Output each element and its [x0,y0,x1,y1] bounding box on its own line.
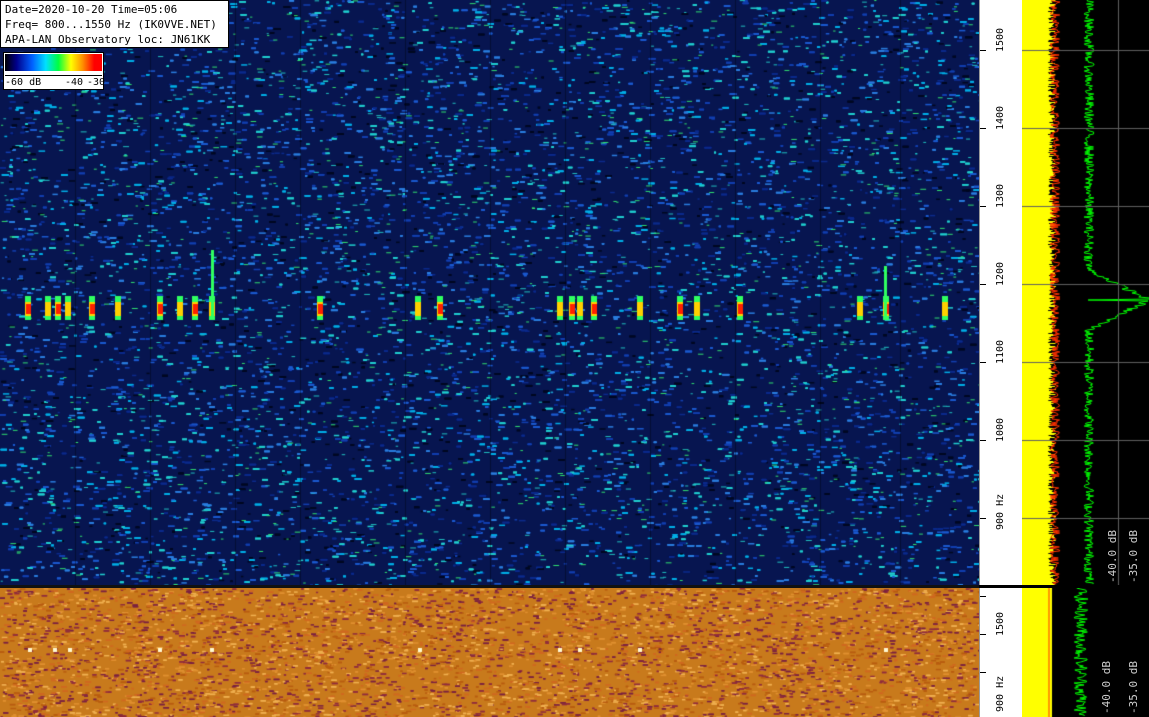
axis-label-900: 900 Hz [995,493,1006,530]
axis-label-1400: 1400 [995,105,1006,130]
spectrum-db-label-a: -40.0 dB [1106,530,1119,583]
spectrum-panel-lower: -40.0 dB -35.0 dB [1022,588,1149,717]
lower-waterfall-canvas[interactable] [0,588,979,717]
waterfall-lower[interactable] [0,588,979,717]
lower-axis-label-900: 900 Hz [995,675,1006,712]
color-scale-ticks [5,71,102,76]
info-date-time: Date=2020-10-20 Time=05:06 [5,3,178,16]
waterfall-main[interactable] [0,0,979,585]
spectrum-canvas [1022,0,1149,585]
lower-spectrum-db-label-a: -40.0 dB [1100,661,1113,714]
scale-min-label: -60 dB [5,77,42,88]
color-scale-gradient [5,54,102,71]
color-scale-legend: -60 dB -40 -30 [3,52,106,90]
app-root: Date=2020-10-20 Time=05:06 Freq= 800...1… [0,0,1149,717]
waterfall-canvas[interactable] [0,0,979,585]
lower-spectrum-db-label-b: -35.0 dB [1127,661,1140,714]
spectrum-panel: -40.0 dB -35.0 dB [1022,0,1149,585]
frequency-axis: 1500 1400 1300 1200 1100 1000 900 Hz [979,0,1022,585]
info-observatory: APA-LAN Observatory loc: JN61KK [5,33,211,46]
scale-mid-label: -40 [65,77,84,88]
axis-label-1200: 1200 [995,261,1006,286]
info-box: Date=2020-10-20 Time=05:06 Freq= 800...1… [0,0,229,48]
axis-label-1300: 1300 [995,183,1006,208]
axis-label-1500: 1500 [995,27,1006,52]
frequency-axis-lower: 1500 900 Hz [979,588,1022,717]
scale-max-label: -30 [87,77,106,88]
axis-label-1100: 1100 [995,339,1006,364]
info-frequency: Freq= 800...1550 Hz (IK0VVE.NET) [5,18,217,31]
axis-label-1000: 1000 [995,417,1006,442]
spectrum-db-label-b: -35.0 dB [1127,530,1140,583]
lower-axis-label-1500: 1500 [995,611,1006,636]
